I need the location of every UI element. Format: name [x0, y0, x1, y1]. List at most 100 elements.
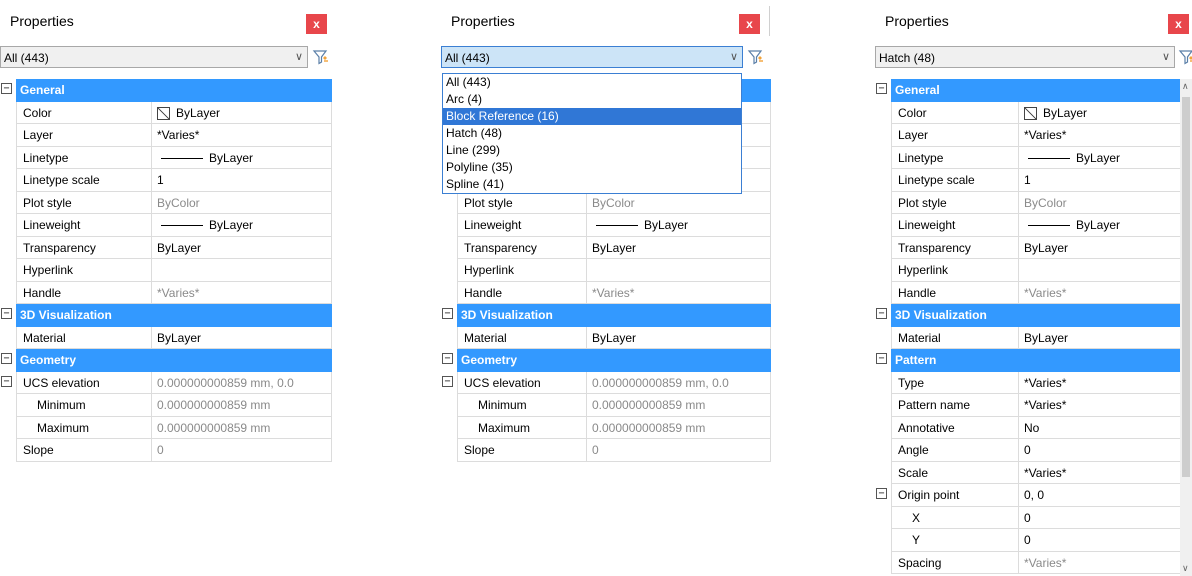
minus-box-icon[interactable]: − — [442, 375, 453, 387]
dropdown-option[interactable]: Block Reference (16) — [443, 108, 741, 125]
property-value-hyperlink[interactable] — [1019, 259, 1192, 282]
property-row[interactable]: Material ByLayer — [0, 326, 332, 349]
minus-box-icon[interactable]: − — [876, 308, 887, 319]
property-value-y[interactable]: 0 — [1019, 529, 1192, 552]
property-row[interactable]: Maximum 0.000000000859 mm — [0, 416, 332, 439]
property-value-material[interactable]: ByLayer — [152, 326, 332, 349]
property-row[interactable]: Material ByLayer — [441, 326, 771, 349]
close-button[interactable]: x — [306, 14, 327, 34]
minus-box-icon[interactable]: − — [876, 83, 887, 94]
property-value-transparency[interactable]: ByLayer — [152, 236, 332, 259]
property-value-hyperlink[interactable] — [152, 259, 332, 282]
property-row[interactable]: Plot style ByColor — [441, 191, 771, 214]
property-value-lineweight[interactable]: ByLayer — [587, 214, 771, 237]
property-row[interactable]: Lineweight ByLayer — [875, 214, 1192, 237]
property-value-material[interactable]: ByLayer — [1019, 326, 1192, 349]
minus-box-icon[interactable]: − — [1, 83, 12, 94]
property-value-color[interactable]: ByLayer — [152, 101, 332, 124]
property-value-origin-point[interactable]: 0, 0 — [1019, 484, 1192, 507]
property-value-linetype-scale[interactable]: 1 — [1019, 169, 1192, 192]
property-row[interactable]: Layer *Varies* — [875, 124, 1192, 147]
property-row[interactable]: Spacing *Varies* — [875, 551, 1192, 574]
category-row[interactable]: − Geometry — [441, 349, 771, 372]
property-value-slope[interactable]: 0 — [587, 439, 771, 462]
property-row[interactable]: Transparency ByLayer — [0, 236, 332, 259]
entity-type-select[interactable]: Hatch (48) ∨ — [875, 46, 1175, 68]
property-value-ucs-elevation[interactable]: 0.000000000859 mm, 0.0 — [587, 371, 771, 394]
property-value-spacing[interactable]: *Varies* — [1019, 551, 1192, 574]
category-row[interactable]: −General — [875, 79, 1192, 102]
property-row[interactable]: Plot style ByColor — [875, 191, 1192, 214]
property-value-transparency[interactable]: ByLayer — [1019, 236, 1192, 259]
entity-type-select[interactable]: All (443) ∨ — [0, 46, 308, 68]
property-row[interactable]: Annotative No — [875, 416, 1192, 439]
property-row[interactable]: Handle *Varies* — [0, 281, 332, 304]
property-value-minimum[interactable]: 0.000000000859 mm — [587, 394, 771, 417]
property-row[interactable]: − UCS elevation 0.000000000859 mm, 0.0 — [0, 371, 332, 394]
property-value-maximum[interactable]: 0.000000000859 mm — [587, 416, 771, 439]
dropdown-option[interactable]: Line (299) — [443, 142, 741, 159]
property-row[interactable]: Type *Varies* — [875, 371, 1192, 394]
scroll-down-arrow-icon[interactable]: ∨ — [1182, 563, 1189, 574]
property-row[interactable]: Minimum 0.000000000859 mm — [0, 394, 332, 417]
property-row[interactable]: Handle *Varies* — [441, 281, 771, 304]
property-value-color[interactable]: ByLayer — [1019, 101, 1192, 124]
property-value-material[interactable]: ByLayer — [587, 326, 771, 349]
property-value-handle[interactable]: *Varies* — [587, 281, 771, 304]
minus-box-icon[interactable]: − — [876, 488, 887, 499]
dropdown-option[interactable]: Polyline (35) — [443, 159, 741, 176]
property-row[interactable]: Linetype ByLayer — [875, 146, 1192, 169]
property-row[interactable]: Y0 — [875, 529, 1192, 552]
category-row[interactable]: − Geometry — [0, 349, 332, 372]
property-row[interactable]: X0 — [875, 506, 1192, 529]
property-value-layer[interactable]: *Varies* — [152, 124, 332, 147]
dropdown-option[interactable]: All (443) — [443, 74, 741, 91]
property-row[interactable]: Minimum 0.000000000859 mm — [441, 394, 771, 417]
close-button[interactable]: x — [739, 14, 760, 34]
property-row[interactable]: Lineweight ByLayer — [0, 214, 332, 237]
property-row[interactable]: Transparency ByLayer — [875, 236, 1192, 259]
scrollbar-thumb[interactable] — [1182, 97, 1190, 477]
category-row[interactable]: −3D Visualization — [0, 304, 332, 327]
property-row[interactable]: Hyperlink — [875, 259, 1192, 282]
property-row[interactable]: Pattern name *Varies* — [875, 394, 1192, 417]
scroll-up-arrow-icon[interactable]: ∧ — [1182, 81, 1189, 92]
property-value-plot-style[interactable]: ByColor — [587, 191, 771, 214]
property-value-ucs-elevation[interactable]: 0.000000000859 mm, 0.0 — [152, 371, 332, 394]
category-row[interactable]: −3D Visualization — [441, 304, 771, 327]
property-row[interactable]: Slope 0 — [0, 439, 332, 462]
dropdown-option[interactable]: Spline (41) — [443, 176, 741, 193]
property-value-linetype[interactable]: ByLayer — [1019, 146, 1192, 169]
property-value-slope[interactable]: 0 — [152, 439, 332, 462]
property-value-angle[interactable]: 0 — [1019, 439, 1192, 462]
dropdown-option[interactable]: Arc (4) — [443, 91, 741, 108]
property-value-linetype[interactable]: ByLayer — [152, 146, 332, 169]
property-row[interactable]: Color ByLayer — [0, 101, 332, 124]
entity-type-select[interactable]: All (443) ∨ — [441, 46, 743, 68]
property-value-minimum[interactable]: 0.000000000859 mm — [152, 394, 332, 417]
property-row[interactable]: Slope 0 — [441, 439, 771, 462]
property-row[interactable]: Maximum 0.000000000859 mm — [441, 416, 771, 439]
minus-box-icon[interactable]: − — [442, 308, 453, 319]
dropdown-option[interactable]: Hatch (48) — [443, 125, 741, 142]
quick-select-filter-icon[interactable] — [1178, 48, 1192, 66]
property-value-plot-style[interactable]: ByColor — [152, 191, 332, 214]
property-row[interactable]: Transparency ByLayer — [441, 236, 771, 259]
property-row[interactable]: Linetype scale 1 — [875, 169, 1192, 192]
property-value-scale[interactable]: *Varies* — [1019, 461, 1192, 484]
property-value-handle[interactable]: *Varies* — [152, 281, 332, 304]
property-row[interactable]: Layer *Varies* — [0, 124, 332, 147]
property-value-annotative[interactable]: No — [1019, 416, 1192, 439]
category-row[interactable]: −General — [0, 79, 332, 102]
property-row[interactable]: Scale *Varies* — [875, 461, 1192, 484]
property-value-pattern-name[interactable]: *Varies* — [1019, 394, 1192, 417]
property-row[interactable]: Lineweight ByLayer — [441, 214, 771, 237]
property-row[interactable]: Handle *Varies* — [875, 281, 1192, 304]
property-row[interactable]: Color ByLayer — [875, 101, 1192, 124]
property-value-hyperlink[interactable] — [587, 259, 771, 282]
minus-box-icon[interactable]: − — [876, 353, 887, 364]
property-row[interactable]: Material ByLayer — [875, 326, 1192, 349]
quick-select-filter-icon[interactable] — [747, 48, 765, 66]
property-row[interactable]: Hyperlink — [441, 259, 771, 282]
property-value-maximum[interactable]: 0.000000000859 mm — [152, 416, 332, 439]
